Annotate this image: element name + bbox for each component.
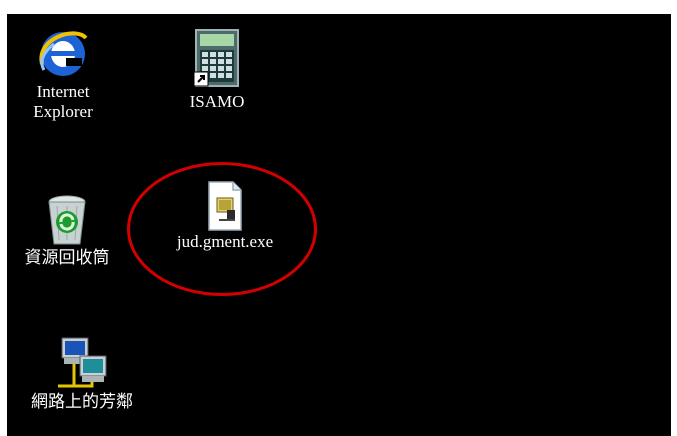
icon-label: 網路上的芳鄰 [31, 392, 133, 412]
icon-label-line1: Internet [36, 82, 90, 101]
exe-file-icon [208, 181, 242, 231]
icon-label: ISAMO [189, 92, 245, 111]
desktop-icon-network-neighborhood[interactable]: 網路上的芳鄰 [7, 336, 157, 412]
internet-explorer-icon [39, 31, 88, 76]
icon-label-line2: Explorer [33, 102, 93, 121]
network-neighborhood-icon [58, 337, 107, 388]
recycle-bin-icon [48, 195, 86, 245]
desktop-icon-internet-explorer[interactable]: Internet Explorer [21, 24, 105, 122]
desktop-icon-isamo[interactable]: ISAMO [175, 28, 259, 112]
icon-label: 資源回收筒 [24, 248, 110, 268]
calculator-shortcut-icon [193, 29, 239, 87]
desktop-icon-recycle-bin[interactable]: 資源回收筒 [7, 192, 127, 268]
desktop: Internet Explorer ISAMO 資源回收筒 jud.gment.… [7, 14, 671, 436]
desktop-icon-jud-gment-exe[interactable]: jud.gment.exe [155, 180, 295, 252]
icon-label: jud.gment.exe [176, 232, 274, 251]
